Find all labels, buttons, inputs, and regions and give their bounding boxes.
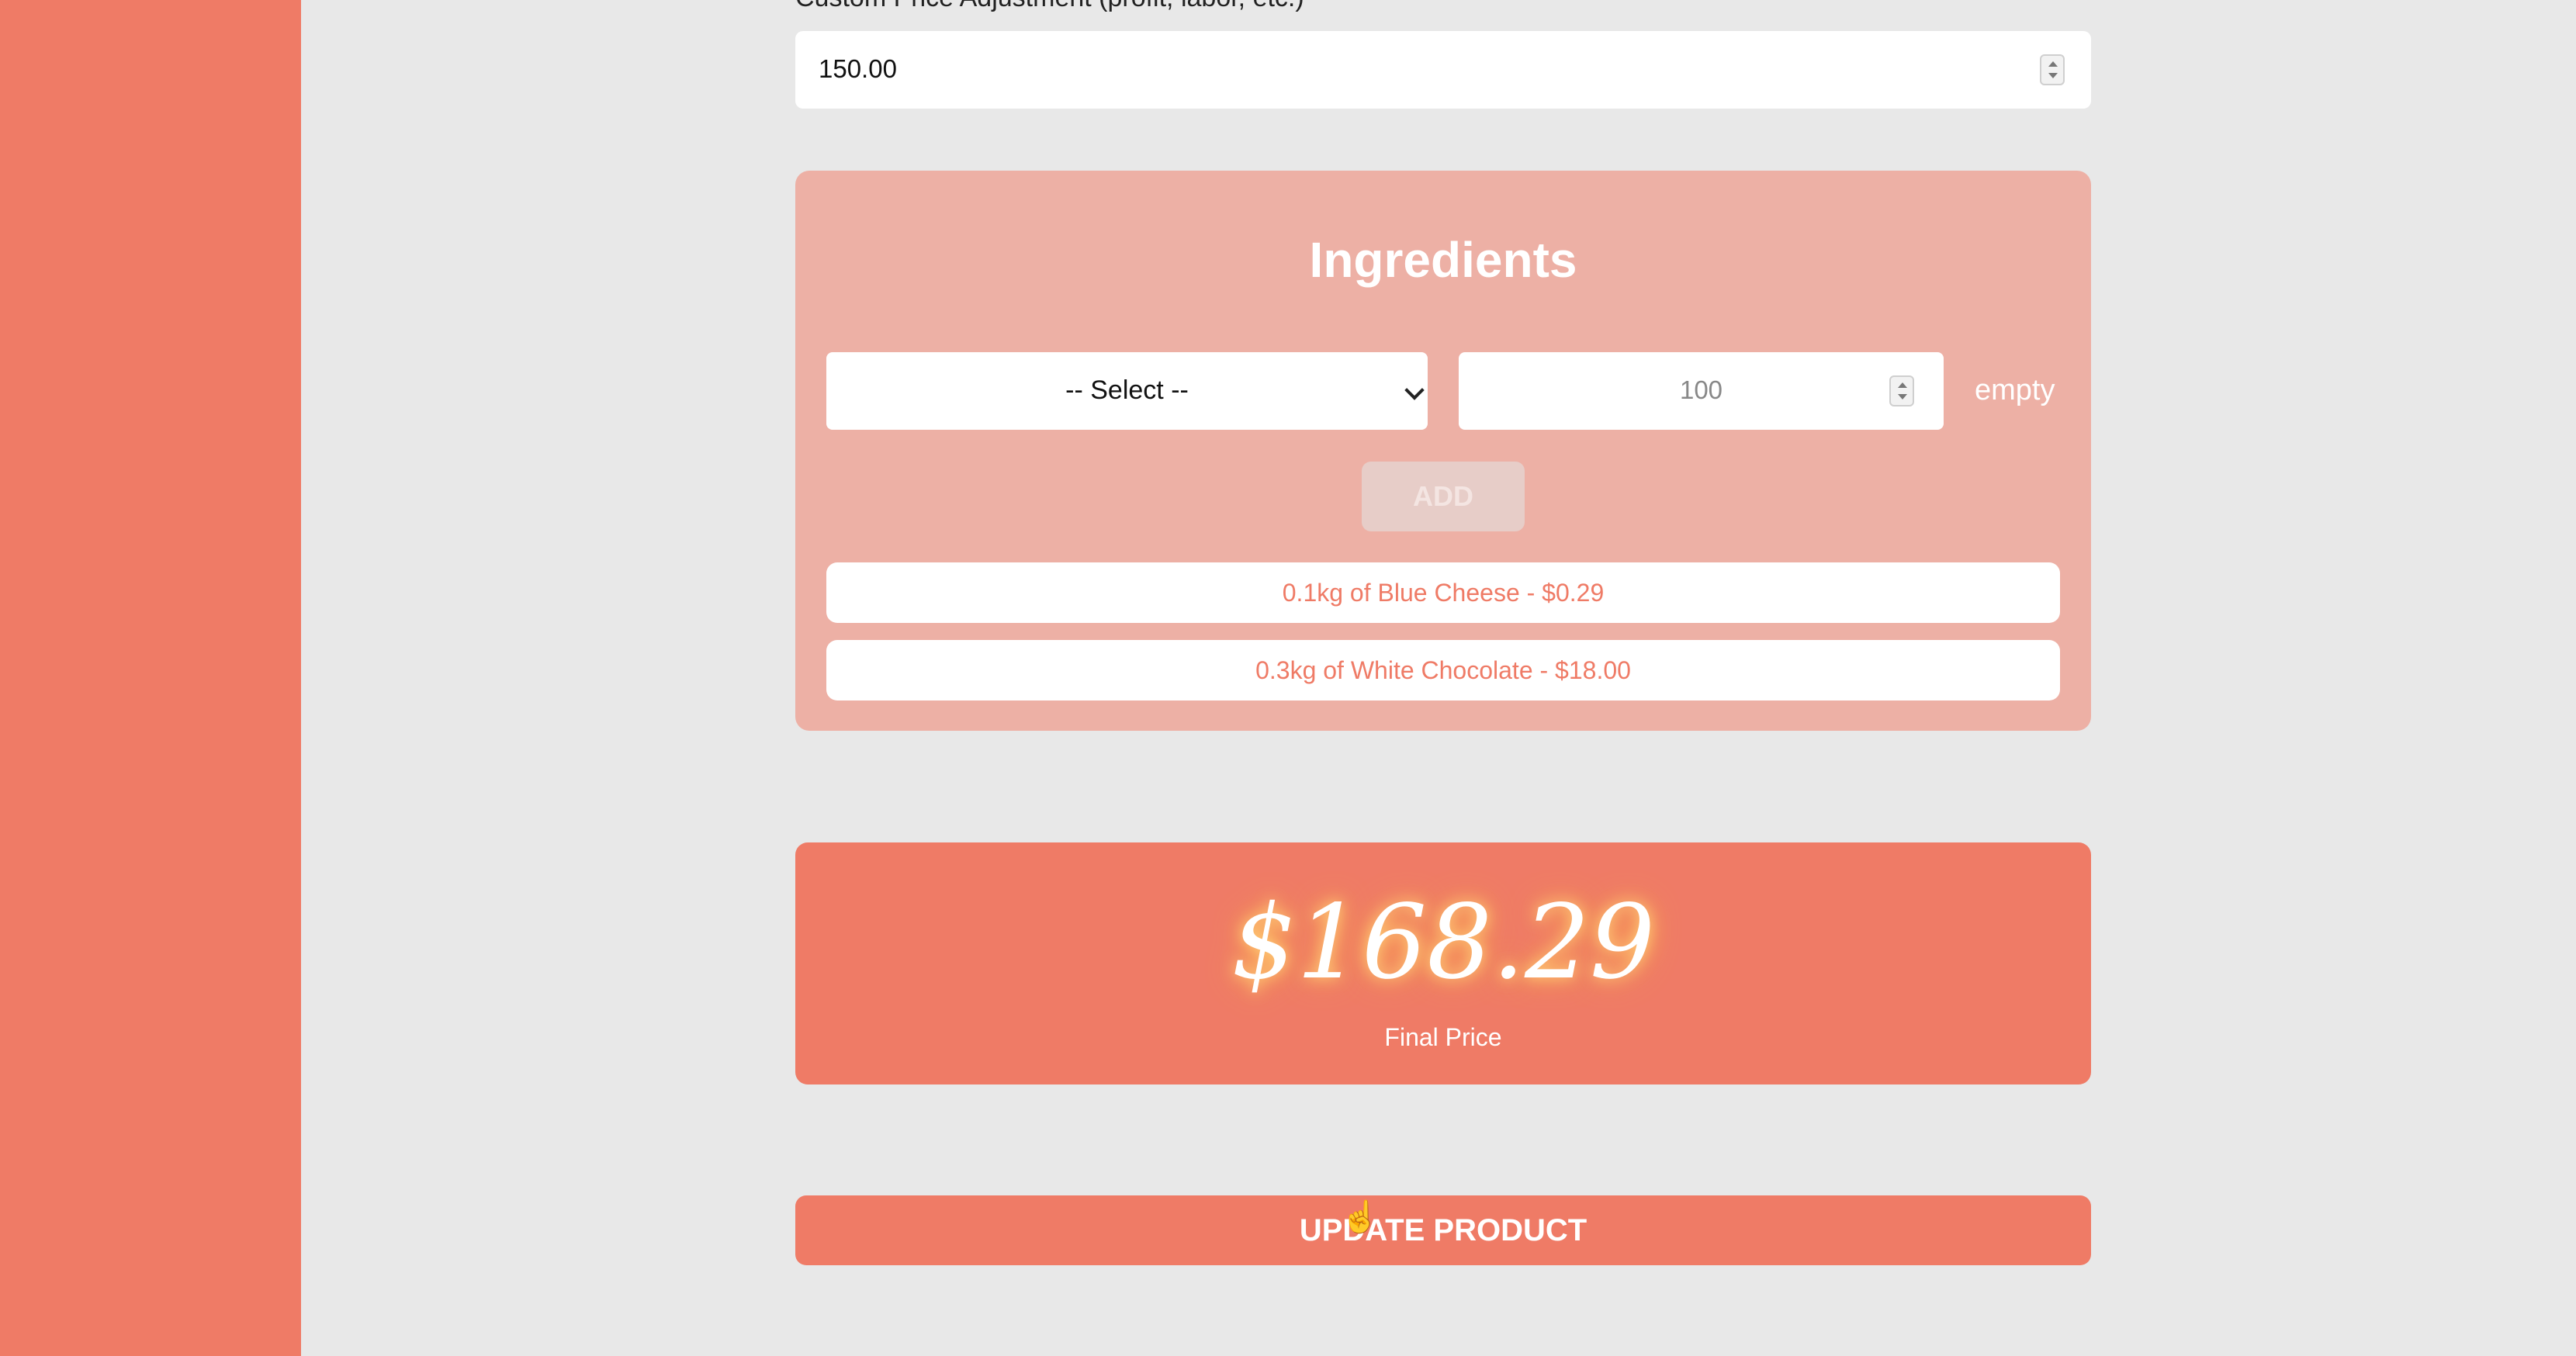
unit-label: empty <box>1975 374 2055 406</box>
price-adjustment-input[interactable]: 150.00 <box>795 31 2091 109</box>
update-product-button[interactable]: UPDATE PRODUCT <box>795 1195 2091 1265</box>
final-price-value: $168.29 <box>1231 883 1655 1002</box>
quantity-placeholder: 100 <box>1679 375 1723 404</box>
ingredient-select[interactable]: -- Select -- <box>826 352 1428 430</box>
add-ingredient-button[interactable]: ADD <box>1362 462 1525 531</box>
ingredient-select-value: -- Select -- <box>1065 375 1189 405</box>
ingredients-title: Ingredients <box>1309 232 1577 288</box>
ingredients-card: Ingredients -- Select -- 100 empty ADD 0… <box>795 171 2091 731</box>
quantity-stepper-icon[interactable] <box>1889 375 1914 406</box>
final-price-label: Final Price <box>1384 1023 1502 1051</box>
price-adjustment-label: Custom Price Adjustment (profit, labor, … <box>795 0 1304 13</box>
hand-pointer-icon: ☝ <box>1341 1200 1380 1234</box>
quantity-input[interactable]: 100 <box>1459 352 1944 430</box>
ingredient-list-item[interactable]: 0.3kg of White Chocolate - $18.00 <box>826 640 2060 700</box>
price-stepper-icon[interactable] <box>2040 54 2065 85</box>
price-adjustment-value: 150.00 <box>819 54 897 83</box>
ingredient-list-item[interactable]: 0.1kg of Blue Cheese - $0.29 <box>826 562 2060 623</box>
sidebar <box>0 0 301 1356</box>
final-price-card: $168.29 Final Price <box>795 842 2091 1084</box>
